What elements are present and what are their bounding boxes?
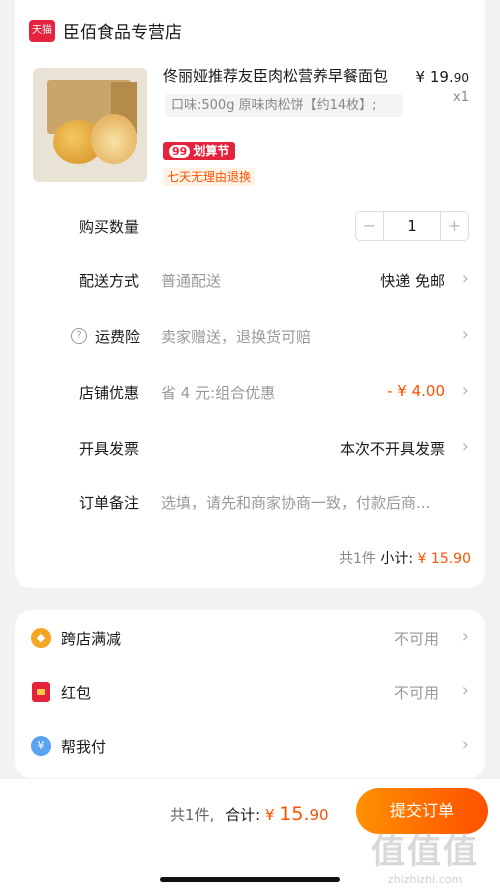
total-label: 合计: (225, 806, 261, 824)
order-note-label: 订单备注 (79, 494, 140, 512)
chevron-right-icon[interactable]: › (462, 734, 469, 755)
quantity-label: 购买数量 (79, 218, 140, 236)
subtotal-label: 小计: (380, 551, 414, 567)
cross-store-label[interactable]: 跨店满减 (61, 628, 121, 649)
currency-symbol: ¥ (415, 68, 426, 86)
promo-badge-text: 划算节 (193, 144, 230, 158)
total-count: 共1件, (170, 806, 215, 824)
price-decimal: 90 (453, 71, 469, 85)
invoice-label: 开具发票 (79, 440, 140, 458)
delivery-label: 配送方式 (79, 272, 140, 290)
chevron-right-icon[interactable]: › (462, 680, 469, 701)
chevron-right-icon[interactable]: › (462, 626, 469, 647)
insurance-label: 运费险 (95, 328, 141, 346)
total-amount: ¥ 15.90 (264, 803, 329, 825)
red-packet-value: 不可用 (393, 684, 439, 702)
product-title[interactable]: 佟丽娅推荐友臣肉松营养早餐面包 (163, 66, 403, 86)
total-summary: 共1件, 合计: ¥ 15.90 (170, 803, 329, 825)
promo-badge: 99 划算节 (163, 142, 236, 160)
delivery-method: 普通配送 (161, 272, 222, 290)
chevron-right-icon[interactable]: › (462, 324, 469, 345)
insurance-desc: 卖家赠送，退换货可赔 (161, 328, 312, 346)
product-image[interactable] (33, 68, 147, 182)
quantity-stepper[interactable]: − 1 + (355, 211, 469, 241)
delivery-value[interactable]: 快递 免邮 (380, 270, 445, 291)
return-policy-tag: 七天无理由退换 (163, 168, 256, 186)
promo-badge-number: 99 (169, 145, 191, 158)
order-card: 天猫 臣佰食品专营店 佟丽娅推荐友臣肉松营养早餐面包 ¥ 19.90 x1 口味… (15, 0, 485, 588)
question-circle-icon[interactable]: ? (71, 328, 87, 344)
order-note-input[interactable]: 选填，请先和商家协商一致，付款后商... (161, 492, 471, 513)
shop-name[interactable]: 臣佰食品专营店 (63, 18, 182, 43)
chevron-right-icon[interactable]: › (462, 268, 469, 289)
red-packet-icon (32, 682, 50, 702)
home-indicator[interactable] (160, 877, 340, 882)
invoice-value[interactable]: 本次不开具发票 (340, 438, 445, 459)
product-quantity: x1 (453, 90, 469, 105)
chevron-right-icon[interactable]: › (462, 436, 469, 457)
red-packet-label[interactable]: 红包 (61, 682, 91, 703)
price-integer: 19. (429, 68, 454, 86)
store-discount-label: 店铺优惠 (79, 384, 140, 402)
subtotal-amount: ¥ 15.90 (417, 551, 471, 567)
tmall-logo-icon: 天猫 (29, 20, 55, 42)
watermark-url: zhizhizhi.com (387, 873, 463, 886)
bread-cut-image (91, 114, 137, 164)
watermark: 值值值 zhizhizhi.com (350, 824, 500, 886)
cross-store-discount-icon: ◆ (31, 628, 51, 648)
help-pay-icon: ¥ (31, 736, 51, 756)
chevron-right-icon[interactable]: › (462, 380, 469, 401)
decrease-button[interactable]: − (356, 212, 384, 240)
increase-button[interactable]: + (440, 212, 468, 240)
subtotal-count: 共1件 (338, 551, 376, 567)
store-discount-desc: 省 4 元:组合优惠 (161, 384, 276, 402)
cross-store-value: 不可用 (393, 630, 439, 648)
help-pay-label[interactable]: 帮我付 (61, 736, 106, 757)
product-spec[interactable]: 口味:500g 原味肉松饼【约14枚】; (165, 94, 403, 117)
quantity-value[interactable]: 1 (384, 212, 440, 240)
benefits-card: ◆ 跨店满减 不可用 › 红包 不可用 › ¥ 帮我付 › (15, 610, 485, 778)
subtotal: 共1件 小计: ¥ 15.90 (339, 548, 471, 568)
checkout-bar: 共1件, 合计: ¥ 15.90 提交订单 值值值 zhizhizhi.com (0, 779, 500, 891)
product-price: ¥ 19.90 (416, 68, 469, 86)
store-discount-amount[interactable]: - ¥ 4.00 (387, 382, 445, 400)
watermark-logo: 值值值 (371, 832, 479, 872)
